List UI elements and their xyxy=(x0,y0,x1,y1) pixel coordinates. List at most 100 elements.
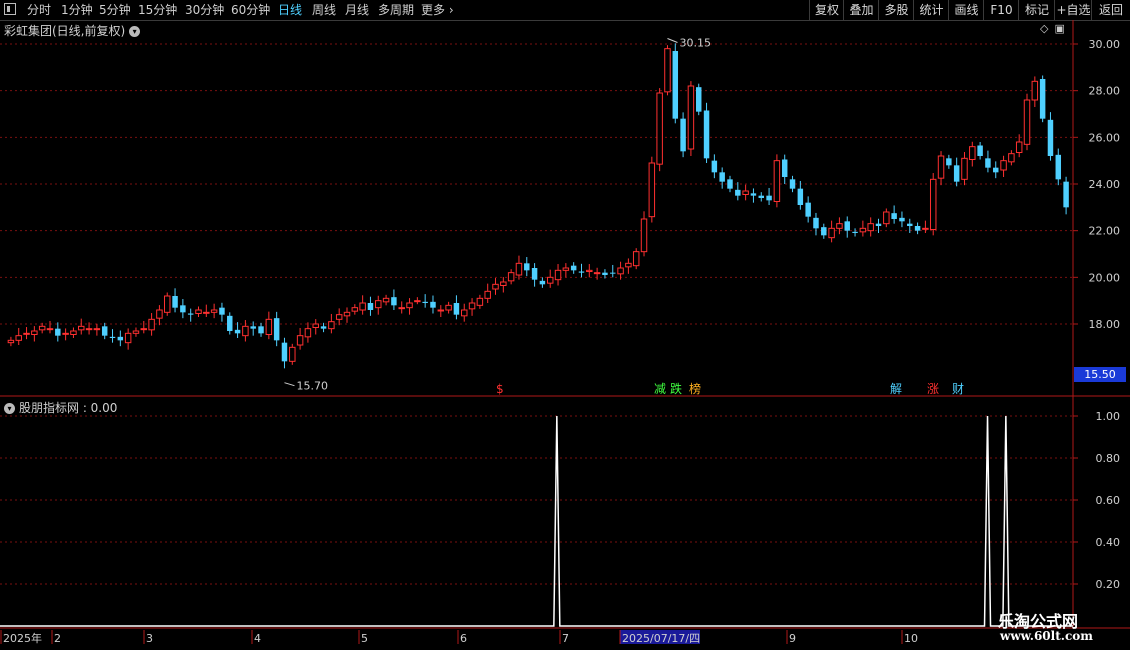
candle-body[interactable] xyxy=(132,330,140,334)
candle-body[interactable] xyxy=(844,221,850,231)
candle-body[interactable] xyxy=(351,307,359,312)
candle-body[interactable] xyxy=(524,263,530,271)
candle-body[interactable] xyxy=(937,155,945,179)
candle-body[interactable] xyxy=(797,188,804,205)
candle-body[interactable] xyxy=(140,328,148,331)
candle-body[interactable] xyxy=(85,328,93,331)
candle-body[interactable] xyxy=(758,195,764,198)
candle-body[interactable] xyxy=(914,226,921,231)
candle-body[interactable] xyxy=(961,157,968,180)
kline-chart[interactable]: 30.00 28.00 26.00 24.00 22.00 20.00 18.00 30.15… xyxy=(0,0,1130,650)
candle-body[interactable] xyxy=(492,283,499,290)
candle-body[interactable] xyxy=(531,268,538,280)
candle-body[interactable] xyxy=(335,314,343,320)
event-marker[interactable]: 财 xyxy=(952,382,964,396)
candle-body[interactable] xyxy=(836,223,843,229)
candle-body[interactable] xyxy=(672,51,679,119)
candle-body[interactable] xyxy=(993,167,999,173)
candle-body[interactable] xyxy=(195,309,202,314)
candle-body[interactable] xyxy=(742,190,749,195)
candle-body[interactable] xyxy=(109,336,116,338)
candle-body[interactable] xyxy=(875,223,882,226)
candle-body[interactable] xyxy=(640,218,648,253)
candle-body[interactable] xyxy=(320,326,327,329)
candle-body[interactable] xyxy=(172,296,178,308)
candle-body[interactable] xyxy=(922,227,929,230)
event-marker[interactable]: $ xyxy=(496,382,504,396)
candle-body[interactable] xyxy=(805,202,811,217)
candle-body[interactable] xyxy=(883,211,890,225)
candle-body[interactable] xyxy=(55,328,61,336)
candle-body[interactable] xyxy=(789,179,796,189)
candle-body[interactable] xyxy=(258,326,264,334)
candle-body[interactable] xyxy=(7,339,15,344)
candle-body[interactable] xyxy=(468,302,476,310)
candle-body[interactable] xyxy=(570,265,577,271)
candle-body[interactable] xyxy=(367,303,374,310)
candle-body[interactable] xyxy=(554,269,562,281)
candle-body[interactable] xyxy=(539,280,546,285)
candle-body[interactable] xyxy=(1015,141,1023,153)
candle-body[interactable] xyxy=(625,262,632,268)
candle-body[interactable] xyxy=(227,315,233,331)
candle-body[interactable] xyxy=(187,313,194,315)
candle-body[interactable] xyxy=(70,330,77,335)
event-marker[interactable]: 跌 xyxy=(670,381,682,396)
candle-body[interactable] xyxy=(1055,154,1062,180)
candle-body[interactable] xyxy=(117,336,124,341)
candle-body[interactable] xyxy=(821,227,827,236)
candle-body[interactable] xyxy=(727,179,733,189)
candle-body[interactable] xyxy=(562,267,570,271)
candle-body[interactable] xyxy=(382,297,390,303)
candle-body[interactable] xyxy=(680,118,686,152)
candle-body[interactable] xyxy=(124,332,132,344)
candle-body[interactable] xyxy=(180,305,186,313)
event-marker[interactable]: 解 xyxy=(890,382,902,396)
candle-body[interactable] xyxy=(445,304,452,311)
candle-body[interactable] xyxy=(15,335,22,341)
candle-body[interactable] xyxy=(1031,80,1039,101)
candle-body[interactable] xyxy=(430,301,436,308)
candle-body[interactable] xyxy=(1039,79,1046,119)
candle-body[interactable] xyxy=(101,326,108,336)
event-marker[interactable]: 减 xyxy=(654,382,666,396)
candle-body[interactable] xyxy=(219,307,225,315)
candle-body[interactable] xyxy=(453,303,460,315)
candle-body[interactable] xyxy=(78,325,85,331)
candle-body[interactable] xyxy=(265,318,273,336)
candle-body[interactable] xyxy=(828,227,835,239)
candle-body[interactable] xyxy=(899,217,905,222)
indicator-line[interactable] xyxy=(0,415,1073,627)
candle-body[interactable] xyxy=(312,323,319,328)
candle-body[interactable] xyxy=(500,281,507,286)
candle-body[interactable] xyxy=(773,160,781,203)
candle-body[interactable] xyxy=(398,307,405,310)
candle-body[interactable] xyxy=(617,267,624,275)
candle-body[interactable] xyxy=(735,189,741,196)
candle-body[interactable] xyxy=(461,309,468,317)
candle-body[interactable] xyxy=(867,223,874,232)
candle-body[interactable] xyxy=(648,162,656,218)
candle-body[interactable] xyxy=(343,311,351,317)
candle-body[interactable] xyxy=(929,178,937,230)
candle-body[interactable] xyxy=(375,300,382,309)
candle-body[interactable] xyxy=(593,272,601,275)
candle-body[interactable] xyxy=(750,193,757,196)
candle-body[interactable] xyxy=(695,87,702,112)
candle-body[interactable] xyxy=(46,328,54,331)
candle-body[interactable] xyxy=(632,251,640,267)
candle-body[interactable] xyxy=(484,290,491,299)
candle-body[interactable] xyxy=(203,311,210,314)
candle-body[interactable] xyxy=(969,146,976,161)
candle-body[interactable] xyxy=(1047,119,1054,156)
candle-body[interactable] xyxy=(31,330,38,335)
candle-body[interactable] xyxy=(289,346,296,362)
candle-body[interactable] xyxy=(711,160,718,173)
candle-body[interactable] xyxy=(977,145,983,157)
candle-body[interactable] xyxy=(93,328,101,331)
candle-body[interactable] xyxy=(281,342,288,362)
candle-body[interactable] xyxy=(891,213,897,219)
candle-body[interactable] xyxy=(907,223,913,226)
candle-body[interactable] xyxy=(515,262,523,276)
candle-body[interactable] xyxy=(422,301,428,303)
